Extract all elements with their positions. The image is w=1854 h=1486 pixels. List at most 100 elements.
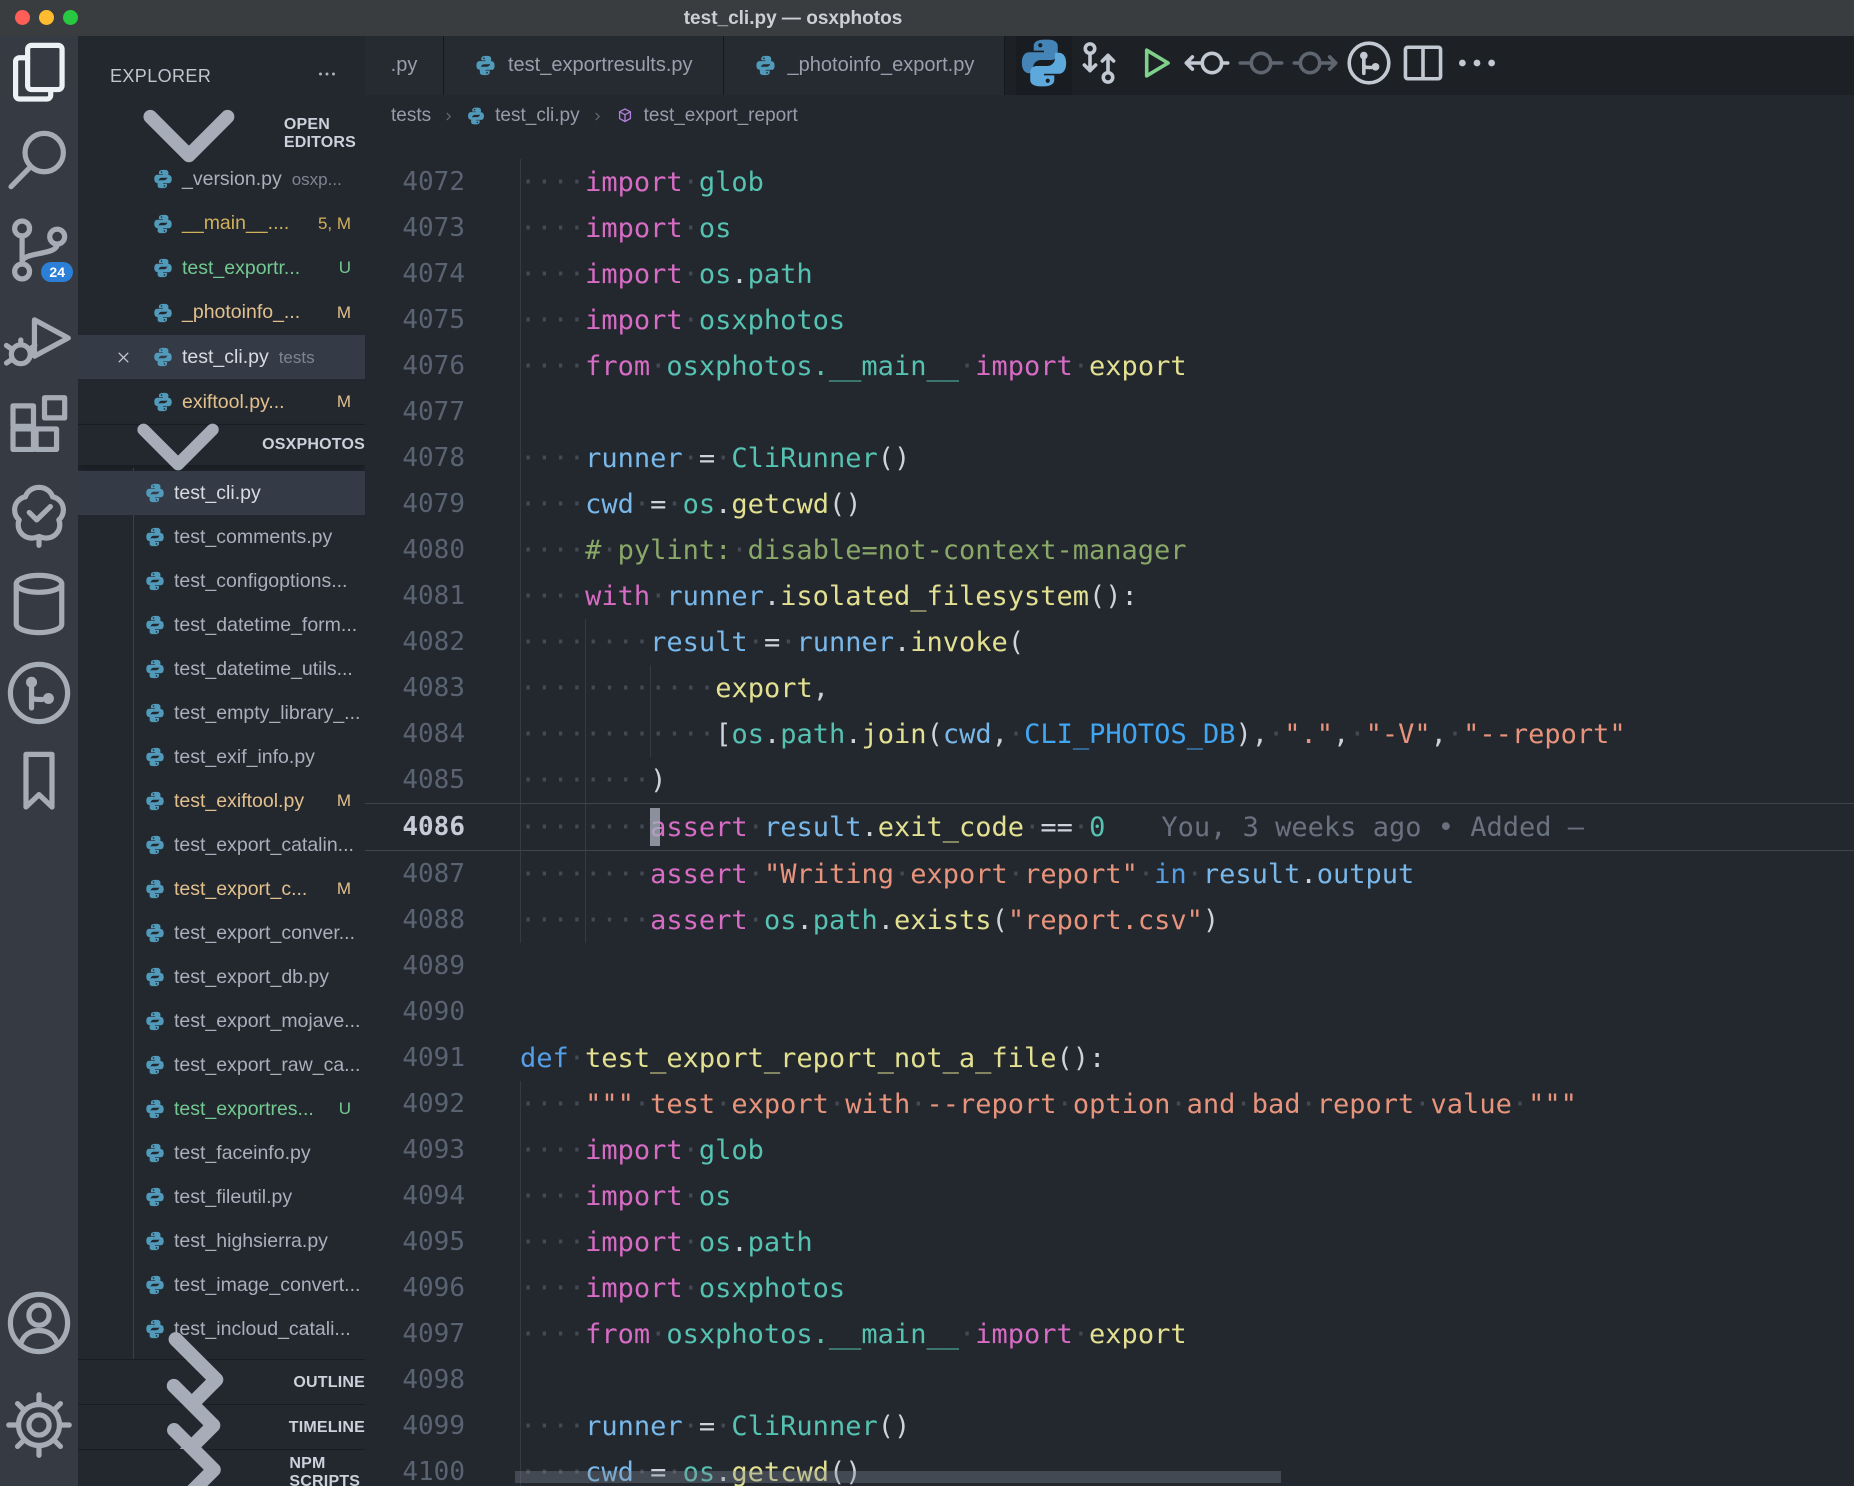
tree-item[interactable]: test_export_db.py [78,955,365,999]
code-line-4093[interactable]: 4093····import·glob [365,1127,1854,1173]
git-status-badge: M [337,879,351,899]
open-editor-item[interactable]: _version.pyosxp... [78,157,365,201]
activity-source-control-icon[interactable]: 24 [0,212,78,292]
split-editor-icon[interactable] [1396,36,1450,95]
code-line-4086[interactable]: 4086········assert·result.exit_code·==·0… [365,803,1854,851]
activity-gitlens-icon[interactable] [0,655,78,735]
code-line-4078[interactable]: 4078····runner·=·CliRunner() [365,435,1854,481]
zoom-window-button[interactable] [63,10,78,25]
gitlens-icon[interactable] [1342,36,1396,95]
activity-run-debug-icon[interactable] [0,301,78,381]
activity-bookmarks-icon[interactable] [0,744,78,824]
minimize-window-button[interactable] [39,10,54,25]
breadcrumb-item[interactable]: tests [391,105,431,127]
vscode-window: test_cli.py — osxphotos 24 EXPLORER OPEN… [0,0,1854,1486]
code-line-4094[interactable]: 4094····import·os [365,1173,1854,1219]
activity-database-icon[interactable] [0,567,78,647]
breadcrumb-item[interactable]: test_cli.py [495,105,579,127]
activity-search-icon[interactable] [0,124,78,204]
run-file-icon[interactable] [1126,36,1180,95]
python-interpreter-button[interactable] [1016,36,1072,96]
file-name: test_cli.py [174,482,261,505]
tree-item[interactable]: test_export_conver... [78,911,365,955]
activity-todo-tree-icon[interactable] [0,478,78,558]
nav-back-icon[interactable] [1180,36,1234,95]
code-line-4082[interactable]: 4082········result·=·runner.invoke( [365,619,1854,665]
tree-item[interactable]: test_cli.py [78,471,365,515]
code-line-4098[interactable]: 4098 [365,1357,1854,1403]
code-line-4095[interactable]: 4095····import·os.path [365,1219,1854,1265]
activity-files-icon[interactable] [0,35,78,115]
code-line-4079[interactable]: 4079····cwd·=·os.getcwd() [365,481,1854,527]
gitlens-icon [1342,36,1396,95]
activity-extensions-icon[interactable] [0,389,78,469]
code-line-4089[interactable]: 4089 [365,943,1854,989]
code-line-4072[interactable]: 4072····import·glob [365,159,1854,205]
open-editors-section-header[interactable]: OPEN EDITORS [78,110,365,157]
tree-item[interactable]: test_export_mojave... [78,999,365,1043]
code-line-4076[interactable]: 4076····from·osxphotos.__main__·import·e… [365,343,1854,389]
breadcrumb: tests test_cli.py test_export_report [365,95,1854,137]
horizontal-scrollbar[interactable] [515,1471,1281,1483]
tree-item[interactable]: test_export_c...M [78,867,365,911]
code-line-4099[interactable]: 4099····runner·=·CliRunner() [365,1403,1854,1449]
open-editors-label: OPEN EDITORS [284,116,365,152]
tree-item[interactable]: test_exiftool.pyM [78,779,365,823]
tab--py[interactable]: .py [365,36,444,95]
tab-_photoinfo_export-py[interactable]: _photoinfo_export.py [724,36,1006,95]
tree-item[interactable]: test_configoptions... [78,559,365,603]
line-number: 4080 [365,535,465,565]
line-number: 4078 [365,443,465,473]
tree-item[interactable]: test_export_catalin... [78,823,365,867]
code-line-4081[interactable]: 4081····with·runner.isolated_filesystem(… [365,573,1854,619]
tab-test_exportresults-py[interactable]: test_exportresults.py [444,36,724,95]
open-editor-item[interactable]: _photoinfo_...M [78,291,365,335]
code-line-4091[interactable]: 4091def·test_export_report_not_a_file(): [365,1035,1854,1081]
tree-item[interactable]: test_exportres...U [78,1087,365,1131]
file-tree: test_cli.py test_comments.pytest_configop… [78,464,365,1395]
more-actions-icon[interactable] [1450,36,1504,95]
activity-account-icon[interactable] [0,1285,78,1365]
more-actions-icon[interactable] [315,62,339,86]
breadcrumb-item[interactable]: test_export_report [644,105,798,127]
code-line-4075[interactable]: 4075····import·osxphotos [365,297,1854,343]
git-status-badge: 5, M [318,214,351,234]
tree-item[interactable]: test_highsierra.py [78,1219,365,1263]
nav-dot-icon[interactable] [1234,36,1288,95]
code-line-4097[interactable]: 4097····from·osxphotos.__main__·import·e… [365,1311,1854,1357]
git-status-badge: U [339,258,351,278]
open-changes-icon[interactable] [1072,36,1126,95]
tree-item[interactable]: test_datetime_form... [78,603,365,647]
code-line-4083[interactable]: 4083············export, [365,665,1854,711]
open-editor-item[interactable]: __main__....5, M [78,202,365,246]
extensions-icon [0,388,78,471]
tree-item[interactable]: test_datetime_utils... [78,647,365,691]
open-editor-item[interactable]: test_exportr...U [78,246,365,290]
file-path-hint: osxp... [292,170,342,189]
activity-settings-gear-icon[interactable] [0,1387,78,1467]
code-line-4090[interactable]: 4090 [365,989,1854,1035]
code-line-4096[interactable]: 4096····import·osxphotos [365,1265,1854,1311]
code-line-4073[interactable]: 4073····import·os [365,205,1854,251]
tree-item[interactable]: test_export_raw_ca... [78,1043,365,1087]
code-line-4084[interactable]: 4084············[os.path.join(cwd,·CLI_P… [365,711,1854,757]
code-editor[interactable]: 4072····import·glob4073····import·os4074… [365,137,1854,1486]
code-line-4077[interactable]: 4077 [365,389,1854,435]
tree-item[interactable]: test_fileutil.py [78,1175,365,1219]
project-section-header[interactable]: OSXPHOTOS [78,424,365,465]
code-line-4092[interactable]: 4092····"""·test·export·with·--report·op… [365,1081,1854,1127]
tree-item[interactable]: test_faceinfo.py [78,1131,365,1175]
tree-item[interactable]: test_comments.py [78,515,365,559]
tree-item[interactable]: test_empty_library_... [78,691,365,735]
tree-item[interactable]: test_exif_info.py [78,735,365,779]
close-window-button[interactable] [15,10,30,25]
nav-forward-icon[interactable] [1288,36,1342,95]
code-line-4074[interactable]: 4074····import·os.path [365,251,1854,297]
panel-npm-scripts[interactable]: NPM SCRIPTS [78,1449,365,1486]
code-line-4080[interactable]: 4080····#·pylint:·disable=not-context-ma… [365,527,1854,573]
code-line-4088[interactable]: 4088········assert·os.path.exists("repor… [365,897,1854,943]
git-status-badge: M [337,303,351,323]
code-line-4085[interactable]: 4085········) [365,757,1854,803]
git-status-badge: M [337,392,351,412]
code-line-4087[interactable]: 4087········assert·"Writing·export·repor… [365,851,1854,897]
